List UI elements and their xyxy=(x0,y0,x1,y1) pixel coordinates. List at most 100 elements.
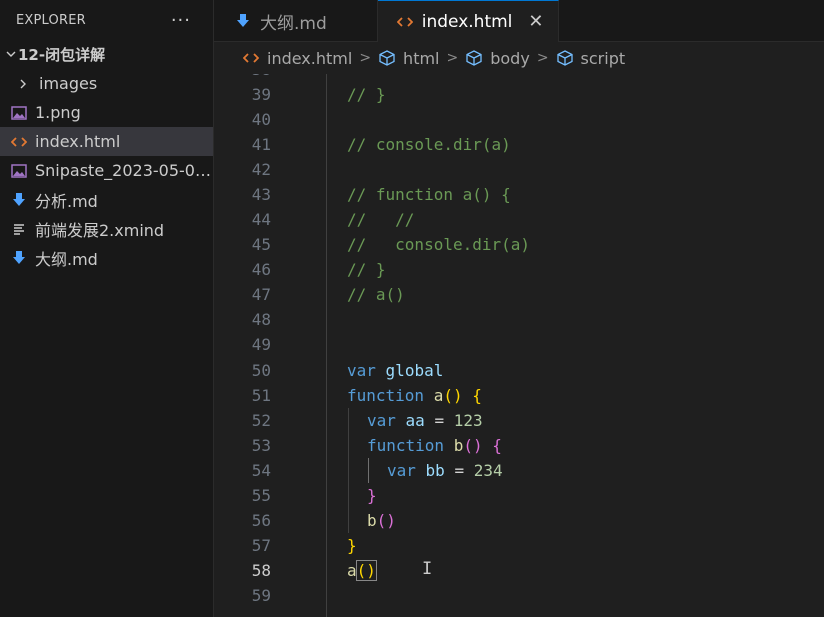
breadcrumb: index.html > html > body > script xyxy=(214,42,824,74)
tree-item-label: 1.png xyxy=(35,103,81,122)
line-number: 40 xyxy=(251,110,271,129)
breadcrumb-item-body[interactable]: body xyxy=(465,49,530,68)
code-line: 39 // } xyxy=(214,82,824,107)
code-line-current: 58 a() I xyxy=(214,558,824,583)
code-line: 57 } xyxy=(214,533,824,558)
breadcrumb-label: body xyxy=(490,48,530,68)
tree-item-snipaste[interactable]: Snipaste_2023-05-09... xyxy=(0,156,213,185)
breadcrumb-item-file[interactable]: index.html xyxy=(242,49,352,68)
markdown-file-icon xyxy=(10,249,28,267)
code-line: 52 var aa = 123 xyxy=(214,408,824,433)
code-line: 51 function a() { xyxy=(214,383,824,408)
markdown-file-icon xyxy=(10,191,28,209)
line-number: 53 xyxy=(251,436,271,455)
image-file-icon xyxy=(10,162,28,180)
line-number: 49 xyxy=(251,335,271,354)
breadcrumb-item-script[interactable]: script xyxy=(556,48,626,68)
indent-guide xyxy=(368,458,369,483)
tree-item-images[interactable]: images xyxy=(0,69,213,98)
folder-root[interactable]: 12-闭包详解 xyxy=(0,40,213,69)
folder-root-label: 12-闭包详解 xyxy=(18,46,106,64)
cube-icon xyxy=(556,49,574,67)
text-cursor-icon: I xyxy=(422,559,433,579)
code-text: // function a() { xyxy=(347,185,511,204)
line-number: 52 xyxy=(251,411,271,430)
markdown-file-icon xyxy=(234,12,252,30)
line-number: 38 xyxy=(214,74,271,82)
code-text: var global xyxy=(347,361,444,380)
code-text: function b() { xyxy=(367,436,502,455)
tree-item-label: 分析.md xyxy=(35,191,98,211)
code-line: 56 b() xyxy=(214,508,824,533)
breadcrumb-label: html xyxy=(403,48,440,68)
code-line: 47 // a() xyxy=(214,282,824,307)
tab-index-html[interactable]: index.html ✕ xyxy=(377,0,559,42)
code-text: } xyxy=(347,536,357,555)
line-number: 48 xyxy=(251,310,271,329)
line-number: 47 xyxy=(251,285,271,304)
code-line: 45 // console.dir(a) xyxy=(214,232,824,257)
breadcrumb-item-html[interactable]: html xyxy=(378,48,440,68)
indent-guide xyxy=(348,458,349,483)
tree-item-dagang-md[interactable]: 大纲.md xyxy=(0,243,213,272)
code-line: 48 xyxy=(214,307,824,332)
line-number: 58 xyxy=(251,561,271,580)
line-number: 55 xyxy=(251,486,271,505)
line-number: 42 xyxy=(251,160,271,179)
code-text: // a() xyxy=(347,285,405,304)
explorer-header: EXPLORER ··· xyxy=(0,0,213,40)
chevron-right-icon: > xyxy=(446,50,459,66)
tree-item-label: images xyxy=(39,74,98,93)
code-line: 41 // console.dir(a) xyxy=(214,132,824,157)
tab-dagang-md[interactable]: 大纲.md xyxy=(214,0,378,42)
explorer-sidebar: EXPLORER ··· 12-闭包详解 images 1.png index.… xyxy=(0,0,214,617)
tab-label: index.html xyxy=(421,11,513,32)
indent-guide xyxy=(348,433,349,458)
line-number: 54 xyxy=(251,461,271,480)
chevron-right-icon: > xyxy=(536,50,549,66)
chevron-down-icon xyxy=(4,47,18,63)
chevron-right-icon: > xyxy=(359,50,372,66)
tree-item-label: 大纲.md xyxy=(35,249,98,269)
code-text: // } xyxy=(347,260,386,279)
breadcrumb-label: script xyxy=(580,48,626,68)
code-text: var aa = 123 xyxy=(367,411,483,430)
text-file-icon xyxy=(10,220,28,238)
code-line: 42 xyxy=(214,157,824,182)
breadcrumb-label: index.html xyxy=(267,48,353,68)
tree-item-1-png[interactable]: 1.png xyxy=(0,98,213,127)
line-number: 57 xyxy=(251,536,271,555)
indent-guide xyxy=(348,483,349,508)
code-line: 43 // function a() { xyxy=(214,182,824,207)
close-icon[interactable]: ✕ xyxy=(528,11,543,32)
line-number: 43 xyxy=(251,185,271,204)
html-file-icon xyxy=(10,133,28,151)
line-number: 59 xyxy=(251,586,271,605)
tree-item-index-html[interactable]: index.html xyxy=(0,127,213,156)
code-text: b() xyxy=(367,511,396,530)
code-line: 59 xyxy=(214,583,824,608)
code-line: 46 // } xyxy=(214,257,824,282)
code-editor[interactable]: 38 39 // } 40 41 // console.dir(a) 42 43… xyxy=(214,74,824,617)
tree-item-xmind[interactable]: 前端发展2.xmind xyxy=(0,214,213,243)
html-file-icon xyxy=(396,13,414,31)
line-number: 41 xyxy=(251,135,271,154)
image-file-icon xyxy=(10,104,28,122)
tree-item-fenxi-md[interactable]: 分析.md xyxy=(0,185,213,214)
code-text: // console.dir(a) xyxy=(347,135,511,154)
tab-label: 大纲.md xyxy=(260,13,327,34)
code-text: var bb = 234 xyxy=(387,461,503,480)
explorer-title: EXPLORER xyxy=(16,12,86,28)
code-text: function a() { xyxy=(347,386,482,405)
code-text: // // xyxy=(347,210,415,229)
code-line: 38 xyxy=(214,74,824,82)
cube-icon xyxy=(465,49,483,67)
line-number: 51 xyxy=(251,386,271,405)
chevron-right-icon xyxy=(14,75,32,93)
cube-icon xyxy=(378,49,396,67)
code-line: 54 var bb = 234 xyxy=(214,458,824,483)
more-actions-icon[interactable]: ··· xyxy=(171,10,191,31)
tree-item-label: index.html xyxy=(35,132,121,151)
code-text: // console.dir(a) xyxy=(347,235,531,254)
indent-guide xyxy=(348,408,349,433)
